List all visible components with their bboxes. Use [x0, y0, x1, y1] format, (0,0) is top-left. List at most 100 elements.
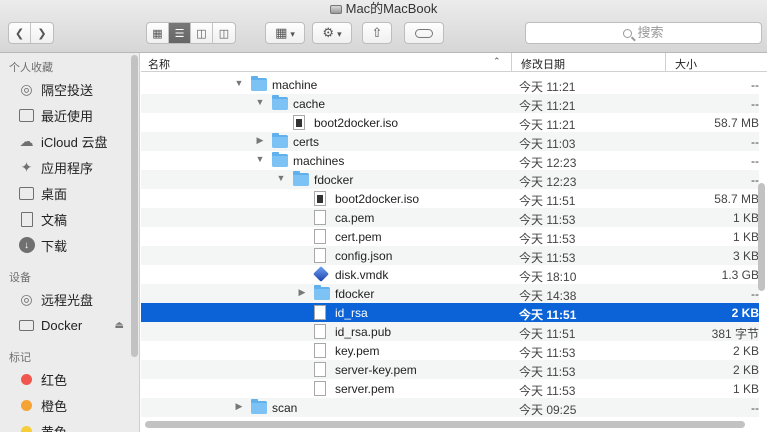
table-row[interactable]: ▼ fdocker 今天 12:23 --	[141, 170, 759, 189]
sidebar-item-tag-yellow[interactable]: 黄色	[0, 419, 130, 432]
file-name: key.pem	[335, 344, 380, 358]
sidebar-item-airdrop[interactable]: ◎ 隔空投送	[0, 77, 130, 101]
disclosure-closed-icon[interactable]: ▶	[255, 135, 265, 146]
column-header-date[interactable]: 修改日期	[521, 56, 565, 72]
folder-icon	[272, 133, 288, 148]
sidebar-item-icloud[interactable]: ☁ iCloud 云盘	[0, 129, 130, 153]
file-icon	[314, 362, 326, 377]
sidebar-item-documents[interactable]: 文稿	[0, 207, 130, 231]
search-field[interactable]: 搜索	[525, 22, 762, 44]
disclosure-open-icon[interactable]: ▼	[255, 97, 265, 107]
table-row[interactable]: ▶ fdocker 今天 14:38 --	[141, 284, 759, 303]
file-name: server.pem	[335, 382, 395, 396]
column-header-size[interactable]: 大小	[675, 56, 697, 72]
table-row[interactable]: boot2docker.iso 今天 11:21 58.7 MB	[141, 113, 759, 132]
column-view-icon: ◫	[196, 27, 207, 40]
table-row[interactable]: server-key.pem 今天 11:53 2 KB	[141, 360, 759, 379]
finder-window: Mac的MacBook ❮ ❯ ▦ ☰ ◫ ◫ ▦ ▾ ⚙ ▾ ⇧ 搜索 个人收藏	[0, 0, 767, 432]
disclosure-closed-icon[interactable]: ▶	[297, 287, 307, 298]
table-row[interactable]: ▼ machine 今天 11:21 --	[141, 75, 759, 94]
chevron-down-icon: ▾	[290, 29, 295, 39]
back-button[interactable]: ❮	[9, 23, 31, 43]
table-row[interactable]: id_rsa 今天 11:51 2 KB	[141, 303, 759, 322]
chevron-right-icon: ❯	[37, 27, 47, 40]
chevron-left-icon: ❮	[14, 27, 25, 40]
sidebar-item-remote-disc[interactable]: ◎ 远程光盘	[0, 287, 130, 311]
sidebar-item-label: 下载	[41, 238, 68, 254]
modified-date: 今天 11:51	[519, 194, 576, 208]
table-row[interactable]: id_rsa.pub 今天 11:51 381 字节	[141, 322, 759, 341]
forward-button[interactable]: ❯	[31, 23, 53, 43]
sidebar-item-tag-red[interactable]: 红色	[0, 367, 130, 391]
table-row[interactable]: server.pem 今天 11:53 1 KB	[141, 379, 759, 398]
file-size: 2 KB	[732, 363, 759, 377]
sidebar-item-docker[interactable]: Docker ⏏	[0, 313, 130, 337]
file-size: 58.7 MB	[714, 116, 759, 130]
table-row[interactable]: boot2docker.iso 今天 11:51 58.7 MB	[141, 189, 759, 208]
table-row[interactable]: ▼ machines 今天 12:23 --	[141, 151, 759, 170]
disclosure-open-icon[interactable]: ▼	[234, 78, 244, 88]
sidebar-item-downloads[interactable]: ↓ 下载	[0, 233, 130, 257]
disclosure-closed-icon[interactable]: ▶	[234, 401, 244, 412]
cover-flow-view-button[interactable]: ◫	[213, 23, 235, 43]
sidebar-item-label: 远程光盘	[41, 292, 94, 308]
sidebar-item-recents[interactable]: 最近使用	[0, 103, 130, 127]
sidebar-section-devices: 设备	[9, 272, 31, 284]
modified-date: 今天 11:03	[519, 137, 576, 151]
sidebar-item-label: 黄色	[41, 424, 68, 432]
arrange-grid-icon: ▦	[275, 25, 288, 40]
icon-view-button[interactable]: ▦	[147, 23, 169, 43]
file-size: 1 KB	[732, 382, 759, 396]
disclosure-open-icon[interactable]: ▼	[255, 154, 265, 164]
red-tag-icon	[21, 373, 32, 385]
file-size: 1 KB	[732, 230, 759, 244]
list-view-button[interactable]: ☰	[169, 23, 191, 43]
column-view-button[interactable]: ◫	[191, 23, 213, 43]
cover-flow-view-icon: ◫	[218, 27, 230, 40]
file-size: --	[751, 97, 759, 111]
column-header-name[interactable]: 名称	[148, 56, 170, 72]
table-row[interactable]: cert.pem 今天 11:53 1 KB	[141, 227, 759, 246]
table-row[interactable]: ▼ cache 今天 11:21 --	[141, 94, 759, 113]
file-size: 2 KB	[731, 306, 759, 320]
file-name: fdocker	[314, 173, 354, 187]
sidebar-item-label: 红色	[41, 372, 68, 388]
sidebar-item-label: Docker	[41, 317, 83, 333]
cloud-icon: ☁	[19, 132, 34, 149]
eject-icon[interactable]: ⏏	[115, 320, 124, 331]
share-button[interactable]: ⇧	[362, 22, 392, 44]
arrange-button[interactable]: ▦ ▾	[265, 22, 305, 44]
horizontal-scrollbar[interactable]	[145, 421, 745, 428]
table-row[interactable]: ca.pem 今天 11:53 1 KB	[141, 208, 759, 227]
file-name: id_rsa	[335, 306, 368, 320]
folder-icon	[251, 76, 267, 91]
modified-date: 今天 11:53	[519, 232, 576, 246]
disclosure-open-icon[interactable]: ▼	[276, 173, 286, 183]
sidebar-item-label: 文稿	[41, 212, 68, 228]
chevron-down-icon: ▾	[337, 29, 342, 39]
sidebar-item-tag-orange[interactable]: 橙色	[0, 393, 130, 417]
sidebar-item-label: iCloud 云盘	[41, 134, 108, 150]
sidebar-item-label: 应用程序	[41, 160, 94, 176]
table-row[interactable]: key.pem 今天 11:53 2 KB	[141, 341, 759, 360]
table-row[interactable]: ▶ scan 今天 09:25 --	[141, 398, 759, 417]
file-size: --	[751, 287, 759, 301]
modified-date: 今天 09:25	[519, 403, 577, 417]
file-size: 1.3 GB	[721, 268, 759, 282]
file-icon	[314, 324, 326, 339]
file-icon	[314, 305, 326, 320]
share-icon: ⇧	[371, 25, 383, 40]
table-row[interactable]: disk.vmdk 今天 18:10 1.3 GB	[141, 265, 759, 284]
modified-date: 今天 12:23	[519, 175, 577, 189]
sidebar-item-desktop[interactable]: 桌面	[0, 181, 130, 205]
table-row[interactable]: ▶ certs 今天 11:03 --	[141, 132, 759, 151]
file-list: 名称 ⌃ 修改日期 大小 ▼ machine 今天 11:21 -- ▼ cache 今天 …	[141, 53, 767, 432]
sidebar-scrollbar[interactable]	[131, 55, 138, 357]
vertical-scrollbar[interactable]	[758, 183, 765, 291]
action-button[interactable]: ⚙ ▾	[312, 22, 352, 44]
list-view-icon: ☰	[174, 27, 185, 40]
tag-button[interactable]	[404, 22, 444, 44]
sidebar-item-applications[interactable]: ✦ 应用程序	[0, 155, 130, 179]
table-row[interactable]: config.json 今天 11:53 3 KB	[141, 246, 759, 265]
modified-date: 今天 11:21	[519, 80, 576, 94]
